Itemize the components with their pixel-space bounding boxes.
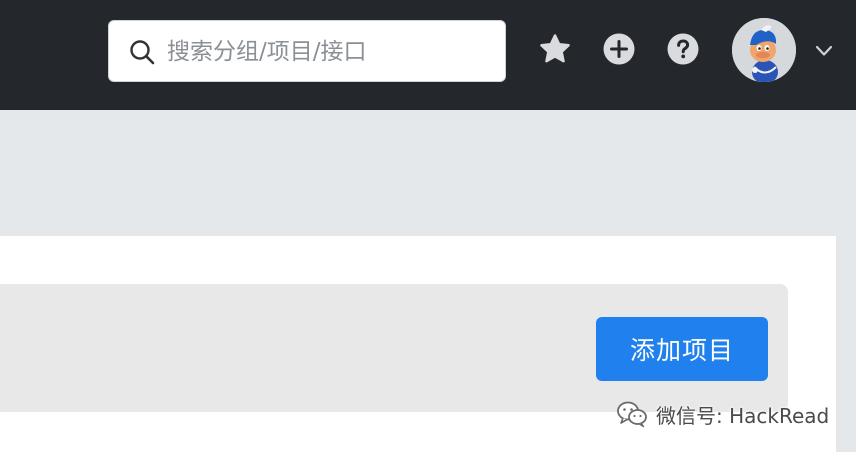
search-icon: [130, 40, 155, 65]
watermark-text: 微信号: HackRead: [656, 403, 830, 428]
mascot-avatar-image: [732, 18, 796, 82]
top-navigation-bar: [0, 0, 856, 110]
search-box[interactable]: [108, 20, 506, 82]
plus-circle-icon[interactable]: [603, 33, 635, 65]
add-project-button[interactable]: 添加项目: [596, 317, 768, 381]
search-input[interactable]: [167, 35, 487, 69]
star-icon[interactable]: [539, 33, 571, 65]
page-scrollbar-track[interactable]: [836, 236, 856, 452]
user-avatar[interactable]: [732, 18, 796, 82]
chevron-down-icon[interactable]: [814, 44, 834, 58]
question-circle-icon[interactable]: [667, 33, 699, 65]
wechat-icon: [617, 401, 647, 428]
wechat-watermark: 微信号: HackRead: [616, 398, 829, 430]
